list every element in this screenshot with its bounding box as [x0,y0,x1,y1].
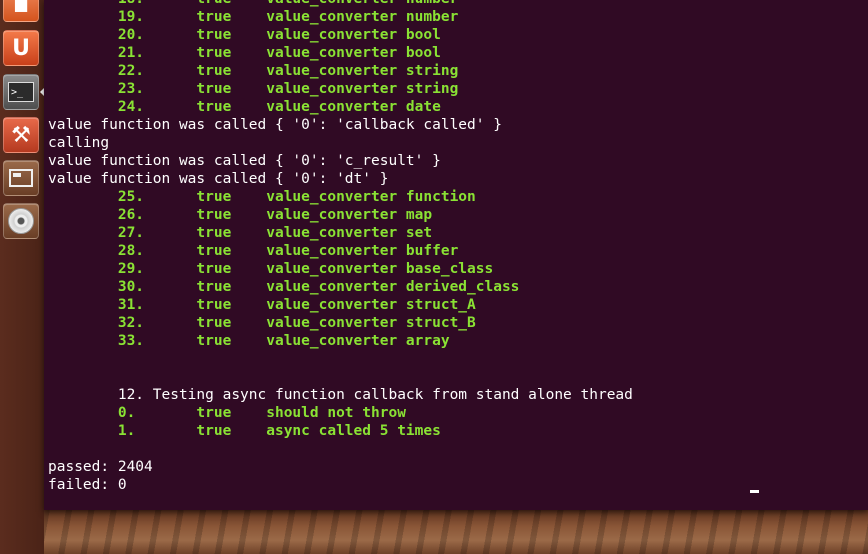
output-text: failed: 0 [48,477,127,493]
test-result-line: 27. true value_converter set [48,224,868,242]
test-result-text: 32. true value_converter struct_B [48,315,476,331]
unity-launcher: ■ U >_ ⚒ [0,0,46,554]
dvd-launcher-icon[interactable] [3,203,39,239]
test-result-text: 0. true should not throw [48,405,406,421]
system-settings-launcher-icon[interactable]: ⚒ [3,117,39,153]
output-text: value function was called { '0': 'callba… [48,117,502,133]
output-line: value function was called { '0': 'dt' } [48,170,868,188]
test-result-line: 20. true value_converter bool [48,26,868,44]
test-result-line: 1. true async called 5 times [48,422,868,440]
test-result-line: 22. true value_converter string [48,62,868,80]
output-line: calling [48,134,868,152]
ubuntu-one-launcher-icon[interactable]: U [3,30,39,66]
test-result-line: 25. true value_converter function [48,188,868,206]
test-result-text: 1. true async called 5 times [48,423,441,439]
test-section-heading: 12. Testing async function callback from… [48,386,868,404]
test-result-text: 33. true value_converter array [48,333,450,349]
heading-text: 12. Testing async function callback from… [48,387,633,403]
ubuntu-one-icon: U [12,35,30,61]
bag-icon: ■ [13,0,29,14]
workspace-icon [9,169,33,187]
test-result-text: 25. true value_converter function [48,189,476,205]
test-result-text: 31. true value_converter struct_A [48,297,476,313]
terminal-cursor [750,490,759,493]
test-result-text: 27. true value_converter set [48,225,433,241]
output-line: value function was called { '0': 'callba… [48,116,868,134]
test-result-text: 18. true value_converter number [48,0,458,7]
test-result-text: 20. true value_converter bool [48,27,441,43]
test-result-text: 26. true value_converter map [48,207,433,223]
output-line: failed: 0 [48,476,868,494]
test-result-line: 23. true value_converter string [48,80,868,98]
test-result-line: 29. true value_converter base_class [48,260,868,278]
test-result-text: 29. true value_converter base_class [48,261,494,277]
test-result-text: 28. true value_converter buffer [48,243,459,259]
wrench-icon: ⚒ [11,122,31,148]
test-result-text: 22. true value_converter string [48,63,459,79]
test-result-line: 30. true value_converter derived_class [48,278,868,296]
output-text: value function was called { '0': 'dt' } [48,171,389,187]
workspace-switcher-launcher-icon[interactable] [3,160,39,196]
output-text: passed: 2404 [48,459,153,475]
test-result-text: 23. true value_converter string [48,81,459,97]
test-result-text: 21. true value_converter bool [48,45,441,61]
software-center-launcher-icon[interactable]: ■ [3,0,39,22]
test-result-text: 30. true value_converter derived_class [48,279,520,295]
terminal-launcher-icon[interactable]: >_ [3,74,39,110]
output-text: value function was called { '0': 'c_resu… [48,153,441,169]
terminal-icon: >_ [8,82,34,102]
test-result-line: 28. true value_converter buffer [48,242,868,260]
test-result-text: 19. true value_converter number [48,9,459,25]
output-line: passed: 2404 [48,458,868,476]
terminal-output: 18. true value_converter number 19. true… [48,0,868,494]
test-result-line: 33. true value_converter array [48,332,868,350]
terminal-window[interactable]: 18. true value_converter number 19. true… [44,0,868,510]
test-result-text: 24. true value_converter date [48,99,441,115]
test-result-line: 31. true value_converter struct_A [48,296,868,314]
test-result-line: 26. true value_converter map [48,206,868,224]
test-result-line: 0. true should not throw [48,404,868,422]
output-line: value function was called { '0': 'c_resu… [48,152,868,170]
test-result-line: 18. true value_converter number [48,0,868,8]
disc-icon [8,208,34,234]
test-result-line: 24. true value_converter date [48,98,868,116]
test-result-line: 21. true value_converter bool [48,44,868,62]
desktop-wallpaper [44,508,868,554]
output-text: calling [48,135,110,151]
test-result-line: 19. true value_converter number [48,8,868,26]
test-result-line: 32. true value_converter struct_B [48,314,868,332]
